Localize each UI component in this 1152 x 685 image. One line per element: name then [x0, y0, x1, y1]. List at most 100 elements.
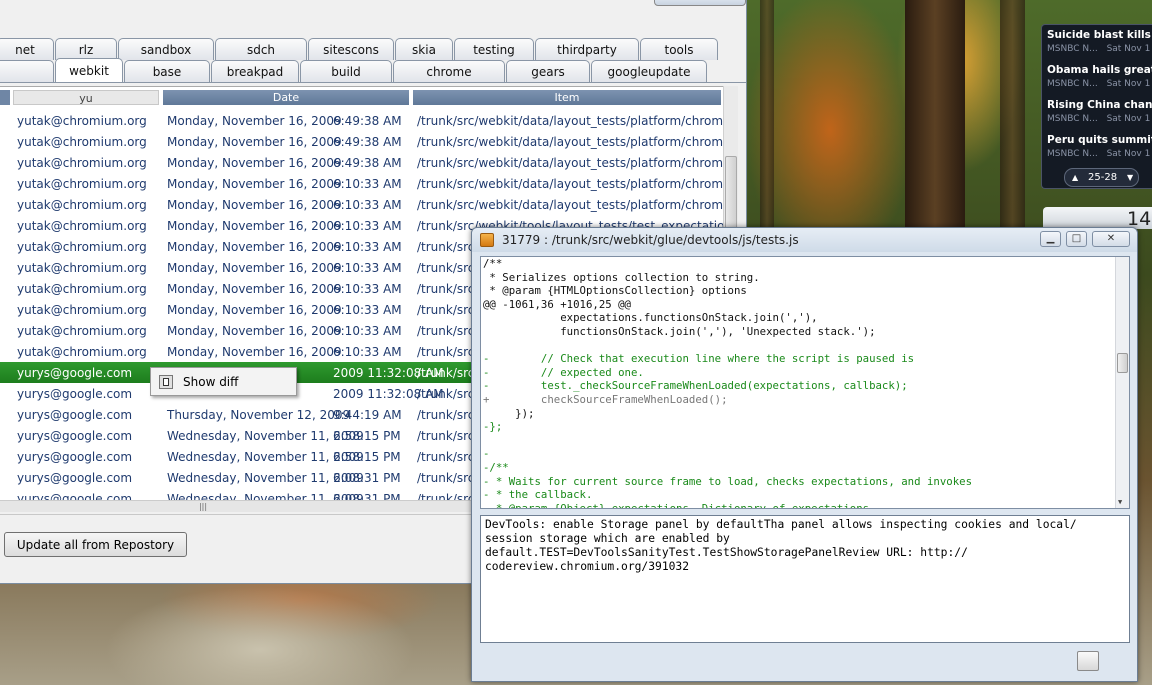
- tab-webkit[interactable]: webkit: [55, 58, 123, 82]
- diff-line: - test._checkSourceFrameWhenLoaded(expec…: [483, 379, 908, 393]
- tab-sdch[interactable]: sdch: [215, 38, 307, 60]
- diff-line: - * @param {Object} expectations Diction…: [483, 501, 870, 509]
- tab-tools[interactable]: tools: [640, 38, 718, 60]
- update-all-button[interactable]: Update all from Repostory: [4, 532, 187, 557]
- cell-item: /trunk/src/webkit/data/layout_tests/plat…: [417, 135, 738, 149]
- news-pager: ▲ 25-28 ▼: [1064, 168, 1139, 187]
- cell-time: 6:49:38 AM: [333, 114, 402, 128]
- minimize-icon[interactable]: ▁: [1040, 231, 1061, 247]
- pager-range: 25-28: [1088, 172, 1118, 183]
- table-row[interactable]: yutak@chromium.org Monday, November 16, 2…: [0, 110, 738, 131]
- maximize-icon[interactable]: □: [1066, 231, 1087, 247]
- cell-item: /trunk/src/: [417, 324, 479, 338]
- column-header-date[interactable]: Date: [163, 90, 409, 105]
- tab-sitescons[interactable]: sitescons: [308, 38, 394, 60]
- column-header-item[interactable]: Item: [413, 90, 721, 105]
- cell-date: Thursday, November 12, 2009: [167, 408, 351, 422]
- news-date: Sat Nov 1: [1106, 114, 1151, 124]
- table-row[interactable]: yutak@chromium.org Monday, November 16, 2…: [0, 152, 738, 173]
- cell-time: 6:10:33 AM: [333, 198, 402, 212]
- tab-breakpad[interactable]: breakpad: [211, 60, 299, 82]
- table-row[interactable]: yutak@chromium.org Monday, November 16, 2…: [0, 173, 738, 194]
- diff-line: expectations.functionsOnStack.join(','),: [483, 311, 818, 325]
- column-header-user[interactable]: yu: [13, 90, 159, 105]
- tab-build[interactable]: build: [300, 60, 392, 82]
- table-row[interactable]: yutak@chromium.org Monday, November 16, 2…: [0, 131, 738, 152]
- resize-grip-icon[interactable]: [1077, 651, 1099, 671]
- diff-line: });: [483, 406, 535, 420]
- diff-title-bar[interactable]: 31779 : /trunk/src/webkit/glue/devtools/…: [472, 228, 1137, 252]
- cell-date: Monday, November 16, 2009: [167, 198, 342, 212]
- diff-window-title: 31779 : /trunk/src/webkit/glue/devtools/…: [502, 233, 799, 247]
- column-header-left[interactable]: [0, 90, 10, 105]
- app-icon: [480, 233, 494, 247]
- diff-window: 31779 : /trunk/src/webkit/glue/devtools/…: [471, 227, 1138, 682]
- cell-time: 6:58:15 PM: [333, 429, 401, 443]
- commit-message-box[interactable]: DevTools: enable Storage panel by defaul…: [480, 515, 1130, 643]
- cell-time: 6:49:38 AM: [333, 135, 402, 149]
- tab-googleupdate[interactable]: googleupdate: [591, 60, 707, 82]
- diff-code-view[interactable]: /** * Serializes options collection to s…: [480, 256, 1130, 509]
- news-title: Rising China changin...: [1047, 99, 1152, 111]
- cell-user: yutak@chromium.org: [17, 114, 147, 128]
- tab-testing[interactable]: testing: [454, 38, 534, 60]
- news-source: MSNBC N...: [1047, 149, 1098, 159]
- cell-time: 6:10:33 AM: [333, 240, 402, 254]
- news-title: Suicide blast kills 10 ...: [1047, 29, 1152, 41]
- close-icon[interactable]: ✕: [1092, 231, 1130, 247]
- cell-time: 6:58:15 PM: [333, 450, 401, 464]
- news-date: Sat Nov 1: [1106, 79, 1151, 89]
- tab-chrome[interactable]: chrome: [393, 60, 505, 82]
- tab-partial[interactable]: [0, 60, 54, 82]
- cell-time: 6:10:33 AM: [333, 177, 402, 191]
- cell-date: Monday, November 16, 2009: [167, 303, 342, 317]
- cell-item: /trunk/src/webkit/data/layout_tests/plat…: [417, 198, 738, 212]
- cell-item: /trunk/src/webkit/data/layout_tests/plat…: [417, 156, 738, 170]
- news-meta: MSNBC N... Sat Nov 1: [1047, 44, 1152, 54]
- cell-user: yurys@google.com: [17, 471, 133, 485]
- pager-up-icon[interactable]: ▲: [1072, 169, 1078, 186]
- news-item[interactable]: Rising China changin... MSNBC N... Sat No…: [1047, 99, 1152, 124]
- tab-sandbox[interactable]: sandbox: [118, 38, 214, 60]
- table-row[interactable]: yutak@chromium.org Monday, November 16, 2…: [0, 194, 738, 215]
- cell-time: 6:10:33 AM: [333, 261, 402, 275]
- news-source: MSNBC N...: [1047, 114, 1098, 124]
- diff-line: -: [483, 447, 490, 461]
- news-item[interactable]: Peru quits summit o... MSNBC N... Sat Nov…: [1047, 134, 1152, 159]
- cell-user: yutak@chromium.org: [17, 324, 147, 338]
- cell-user: yurys@google.com: [17, 408, 133, 422]
- diff-vertical-scrollbar[interactable]: ▼: [1115, 257, 1129, 508]
- diff-icon: [159, 375, 173, 389]
- tab-skia[interactable]: skia: [395, 38, 453, 60]
- cell-time: 6:10:33 AM: [333, 324, 402, 338]
- tab-gears[interactable]: gears: [506, 60, 590, 82]
- diff-line: - // expected one.: [483, 365, 644, 379]
- cell-date: Monday, November 16, 2009: [167, 156, 342, 170]
- cell-time: 6:10:33 AM: [333, 345, 402, 359]
- cell-user: yutak@chromium.org: [17, 156, 147, 170]
- news-item[interactable]: Obama hails greater ... MSNBC N... Sat No…: [1047, 64, 1152, 89]
- cell-item: /trunk/src/: [417, 303, 479, 317]
- cell-user: yutak@chromium.org: [17, 135, 147, 149]
- tab-net[interactable]: net: [0, 38, 54, 60]
- show-diff-menu-item[interactable]: Show diff: [183, 375, 238, 389]
- diff-line: [483, 434, 972, 448]
- tab-rlz[interactable]: rlz: [55, 38, 117, 60]
- news-date: Sat Nov 1: [1106, 149, 1151, 159]
- diff-line: * Serializes options collection to strin…: [483, 270, 760, 284]
- pager-down-icon[interactable]: ▼: [1127, 169, 1133, 186]
- cell-date: Monday, November 16, 2009: [167, 177, 342, 191]
- cell-date: Monday, November 16, 2009: [167, 345, 342, 359]
- cell-time: 6:49:38 AM: [333, 156, 402, 170]
- context-menu: Show diff: [150, 367, 297, 396]
- tab-base[interactable]: base: [124, 60, 210, 82]
- news-item[interactable]: Suicide blast kills 10 ... MSNBC N... Sat…: [1047, 29, 1152, 54]
- window-controls[interactable]: [654, 0, 746, 6]
- diff-line: @@ -1061,36 +1016,25 @@: [483, 297, 631, 311]
- news-meta: MSNBC N... Sat Nov 1: [1047, 79, 1152, 89]
- cell-user: yurys@google.com: [17, 429, 133, 443]
- diff-line: functionsOnStack.join(','), 'Unexpected …: [483, 324, 876, 338]
- cell-date: Monday, November 16, 2009: [167, 135, 342, 149]
- cell-item: /trunk/src/: [417, 492, 479, 500]
- tab-thirdparty[interactable]: thirdparty: [535, 38, 639, 60]
